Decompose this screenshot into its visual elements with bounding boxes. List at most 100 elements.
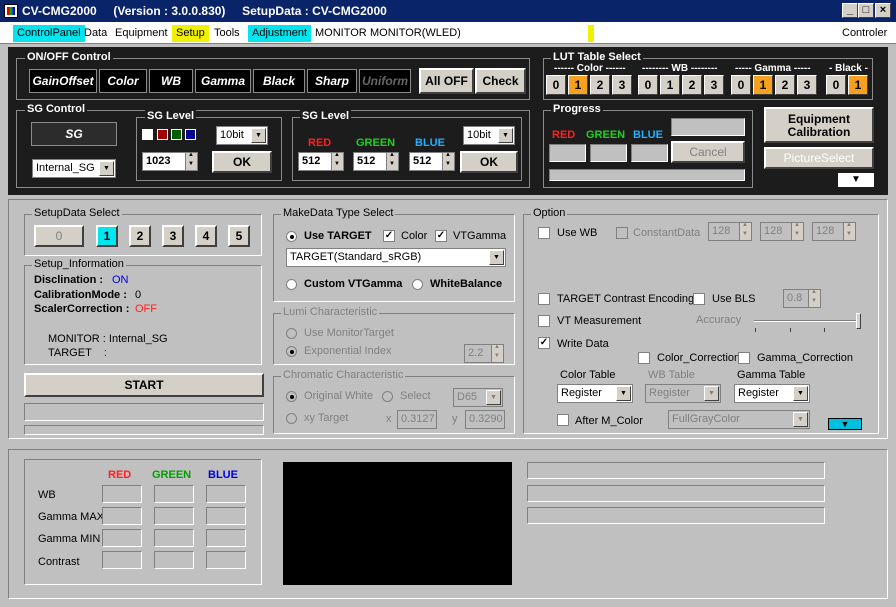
lut-wb-1[interactable]: 1	[660, 75, 680, 95]
sg-level1-value[interactable]: 1023	[142, 152, 198, 171]
spinner-icon[interactable]	[185, 152, 197, 170]
lut-gamma-1[interactable]: 1	[753, 75, 773, 95]
d65-select[interactable]: D65 ▼	[453, 388, 503, 407]
gamma-button[interactable]: Gamma	[195, 69, 251, 93]
lut-wb-3[interactable]: 3	[704, 75, 724, 95]
x-input[interactable]: 0.3127	[397, 410, 437, 429]
lut-black-0[interactable]: 0	[826, 75, 846, 95]
lut-gamma-0[interactable]: 0	[731, 75, 751, 95]
lut-color-0[interactable]: 0	[546, 75, 566, 95]
sg-level2-ok-button[interactable]: OK	[460, 151, 518, 173]
sharp-button[interactable]: Sharp	[307, 69, 357, 93]
whitebalance-radio[interactable]	[412, 279, 423, 290]
use-monitor-target-radio[interactable]	[286, 328, 297, 339]
all-off-button[interactable]: All OFF	[419, 68, 474, 94]
color-table-select[interactable]: Register ▼	[557, 384, 633, 403]
sg-button[interactable]: SG	[31, 122, 117, 146]
lut-black-1[interactable]: 1	[848, 75, 868, 95]
color-button[interactable]: Color	[99, 69, 147, 93]
xy-target-radio[interactable]	[286, 413, 297, 424]
lut-gamma-2[interactable]: 2	[775, 75, 795, 95]
menu-controlpanel[interactable]: ControlPanel	[13, 25, 85, 42]
lut-gamma-3[interactable]: 3	[797, 75, 817, 95]
check-button[interactable]: Check	[475, 68, 526, 94]
minimize-icon[interactable]: _	[842, 3, 858, 18]
setupdata-3-button[interactable]: 3	[162, 225, 184, 247]
monitor-select[interactable]: MONITOR(WLED)	[366, 25, 594, 42]
red-swatch[interactable]	[157, 129, 168, 140]
vt-measurement-checkbox[interactable]	[538, 315, 550, 327]
close-icon[interactable]: ×	[875, 3, 891, 18]
spinner-icon[interactable]	[791, 222, 803, 240]
red-level-input[interactable]: 512	[298, 152, 344, 171]
constant-1-input[interactable]: 128	[708, 222, 752, 241]
color-correction-checkbox[interactable]	[638, 352, 650, 364]
spinner-icon[interactable]	[843, 222, 855, 240]
target-select[interactable]: TARGET(Standard_sRGB) ▼	[286, 248, 506, 267]
green-level-input[interactable]: 512	[353, 152, 399, 171]
menu-controller[interactable]: Controler	[838, 25, 891, 42]
start-button[interactable]: START	[24, 373, 264, 397]
original-white-radio[interactable]	[286, 391, 297, 402]
setupdata-5-button[interactable]: 5	[228, 225, 250, 247]
lut-color-1[interactable]: 1	[568, 75, 588, 95]
white-swatch[interactable]	[142, 129, 153, 140]
spinner-icon[interactable]	[442, 152, 454, 170]
exponential-index-input[interactable]: 2.2	[464, 344, 504, 363]
sg-level1-ok-button[interactable]: OK	[212, 151, 272, 173]
expand-down-icon[interactable]: ▼	[838, 173, 874, 187]
cancel-button[interactable]: Cancel	[671, 141, 745, 163]
vtgamma-checkbox[interactable]: ✓	[435, 230, 447, 242]
exponential-index-radio[interactable]	[286, 346, 297, 357]
blue-level-input[interactable]: 512	[409, 152, 455, 171]
option-expand-icon[interactable]: ▼	[828, 418, 862, 430]
setupdata-4-button[interactable]: 4	[195, 225, 217, 247]
spinner-icon[interactable]	[331, 152, 343, 170]
y-input[interactable]: 0.3290	[465, 410, 505, 429]
lut-color-2[interactable]: 2	[590, 75, 610, 95]
spinner-icon[interactable]	[491, 344, 503, 362]
gainoffset-button[interactable]: GainOffset	[29, 69, 97, 93]
use-bls-checkbox[interactable]	[693, 293, 705, 305]
spinner-icon[interactable]	[739, 222, 751, 240]
constant-2-input[interactable]: 128	[760, 222, 804, 241]
gamma-correction-checkbox[interactable]	[738, 352, 750, 364]
select-radio[interactable]	[382, 391, 393, 402]
wb-table-select[interactable]: Register ▼	[645, 384, 721, 403]
setupdata-2-button[interactable]: 2	[129, 225, 151, 247]
uniform-button[interactable]: Uniform	[359, 69, 411, 93]
equipment-calibration-button[interactable]: Equipment Calibration	[764, 107, 874, 143]
sg-level1-bits-select[interactable]: 10bit ▼	[216, 126, 268, 145]
sg-level2-bits-select[interactable]: 10bit ▼	[463, 126, 515, 145]
after-m-color-checkbox[interactable]	[557, 414, 569, 426]
menu-data[interactable]: Data	[80, 25, 111, 42]
green-swatch[interactable]	[171, 129, 182, 140]
accuracy-slider-track[interactable]	[754, 320, 860, 322]
bls-input[interactable]: 0.8	[783, 289, 821, 308]
custom-vtgamma-radio[interactable]	[286, 279, 297, 290]
use-wb-checkbox[interactable]	[538, 227, 550, 239]
spinner-icon[interactable]	[386, 152, 398, 170]
gamma-table-select[interactable]: Register ▼	[734, 384, 810, 403]
target-contrast-checkbox[interactable]	[538, 293, 550, 305]
accuracy-slider-thumb[interactable]	[856, 313, 861, 329]
constant-3-input[interactable]: 128	[812, 222, 856, 241]
spinner-icon[interactable]	[808, 289, 820, 307]
picture-select-button[interactable]: PictureSelect	[764, 147, 874, 169]
write-data-checkbox[interactable]: ✓	[538, 337, 550, 349]
maximize-icon[interactable]: □	[858, 3, 874, 18]
menu-tools[interactable]: Tools	[210, 25, 244, 42]
blue-swatch[interactable]	[185, 129, 196, 140]
black-button[interactable]: Black	[253, 69, 305, 93]
color-checkbox[interactable]: ✓	[383, 230, 395, 242]
wb-button[interactable]: WB	[149, 69, 193, 93]
setupdata-0-button[interactable]: 0	[34, 225, 84, 247]
lut-color-3[interactable]: 3	[612, 75, 632, 95]
lut-wb-0[interactable]: 0	[638, 75, 658, 95]
constant-data-checkbox[interactable]	[616, 227, 628, 239]
menu-adjustment[interactable]: Adjustment	[248, 25, 312, 42]
sg-source-select[interactable]: Internal_SG ▼	[32, 159, 116, 178]
lut-wb-2[interactable]: 2	[682, 75, 702, 95]
menu-setup[interactable]: Setup	[172, 25, 209, 42]
full-gray-select[interactable]: FullGrayColor ▼	[668, 410, 810, 429]
